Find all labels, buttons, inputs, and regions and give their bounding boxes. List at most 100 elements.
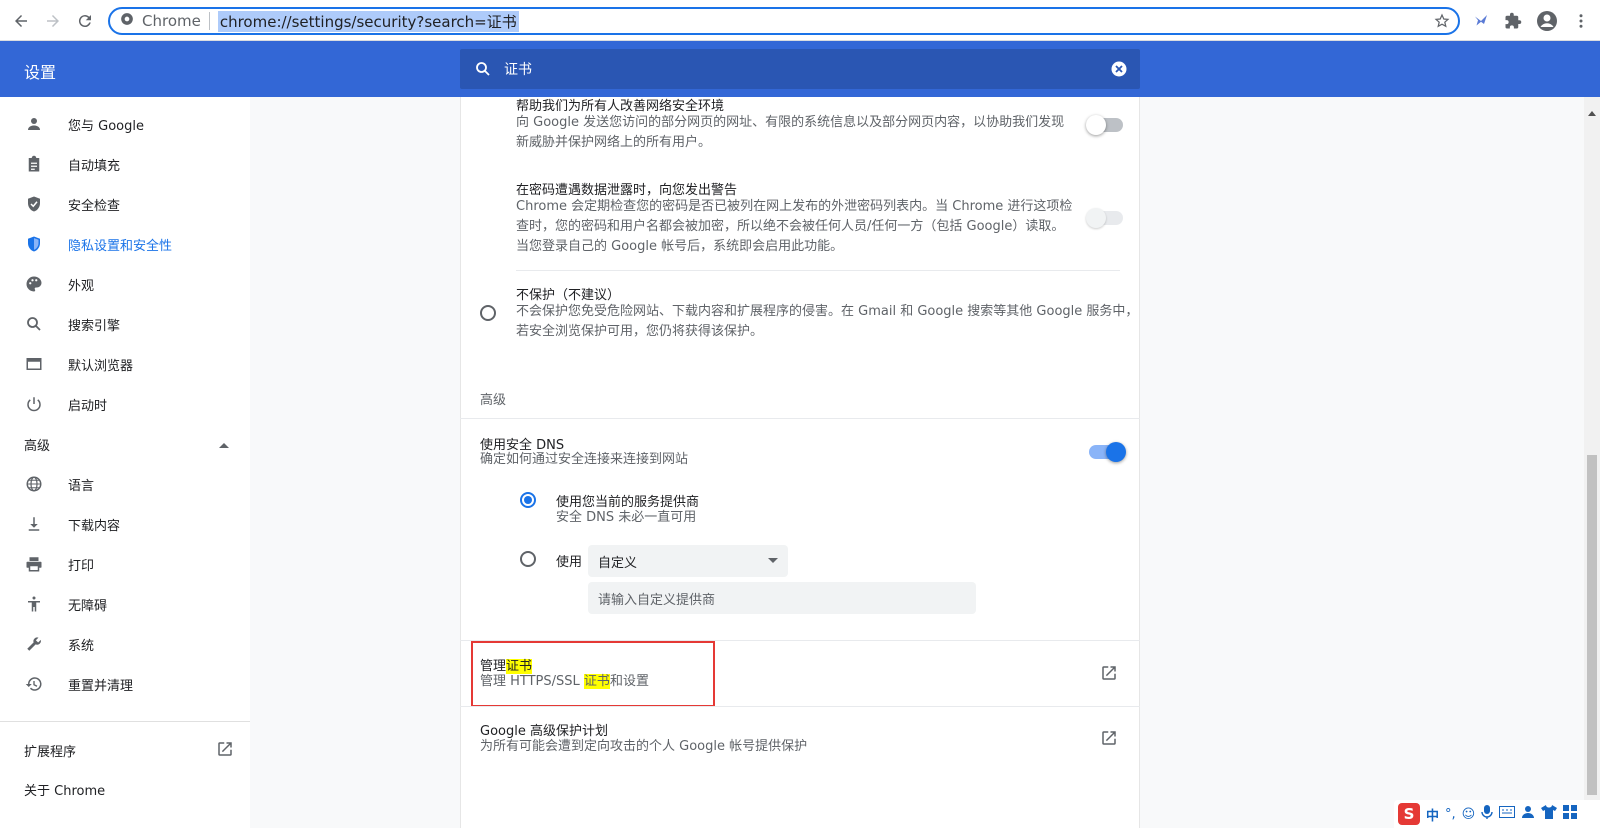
secure-dns-toggle[interactable] bbox=[1089, 442, 1126, 462]
search-icon bbox=[24, 314, 44, 334]
sidebar-item-about-chrome[interactable]: 关于 Chrome bbox=[24, 780, 105, 799]
keyboard-icon[interactable] bbox=[1499, 806, 1516, 822]
chrome-icon bbox=[120, 12, 134, 30]
secure-dns-desc: 确定如何通过安全连接来连接到网站 bbox=[480, 452, 689, 467]
sidebar-item-reset-cleanup[interactable]: 重置并清理 bbox=[0, 664, 250, 704]
globe-icon bbox=[24, 474, 44, 494]
extension-bird-icon[interactable] bbox=[1466, 6, 1496, 36]
omnibox-separator bbox=[208, 12, 210, 30]
dns-custom-radio[interactable] bbox=[520, 551, 536, 567]
menu-dots-icon[interactable] bbox=[1566, 6, 1596, 36]
punctuation-icon[interactable]: °, bbox=[1445, 807, 1456, 822]
sidebar-item-system[interactable]: 系统 bbox=[0, 624, 250, 664]
dns-provider-select-value: 自定义 bbox=[598, 555, 638, 571]
sidebar-item-printing[interactable]: 打印 bbox=[0, 544, 250, 584]
password-warning-toggle[interactable] bbox=[1086, 208, 1123, 228]
emoji-icon[interactable]: ☺ bbox=[1462, 807, 1476, 822]
open-external-icon[interactable] bbox=[1100, 729, 1118, 751]
sidebar-item-autofill[interactable]: 自动填充 bbox=[0, 144, 250, 184]
ime-toolbar: S 中 °, ☺ bbox=[1394, 800, 1600, 828]
sidebar-item-safety-check[interactable]: 安全检查 bbox=[0, 184, 250, 224]
sidebar-item-on-startup[interactable]: 启动时 bbox=[0, 384, 250, 424]
help-improve-desc-line2: 新威胁并保护网络上的所有用户。 bbox=[516, 135, 712, 150]
shield-check-icon bbox=[24, 194, 44, 214]
sidebar-item-label: 语言 bbox=[68, 478, 95, 494]
no-protection-desc-line2: 若安全浏览保护可用，您仍将获得该保护。 bbox=[516, 324, 764, 339]
password-warning-desc-line1: Chrome 会定期检查您的密码是否已被列在网上发布的外泄密码列表内。当 Chr… bbox=[516, 199, 1073, 214]
sidebar-item-accessibility[interactable]: 无障碍 bbox=[0, 584, 250, 624]
sidebar-item-label: 扩展程序 bbox=[24, 745, 77, 760]
sidebar-item-downloads[interactable]: 下载内容 bbox=[0, 504, 250, 544]
sidebar-item-search-engine[interactable]: 搜索引擎 bbox=[0, 304, 250, 344]
dns-current-provider-desc: 安全 DNS 未必一直可用 bbox=[556, 510, 697, 525]
sidebar-item-languages[interactable]: 语言 bbox=[0, 464, 250, 504]
sidebar-advanced-label: 高级 bbox=[24, 439, 51, 454]
advanced-heading: 高级 bbox=[480, 393, 507, 408]
dns-provider-select[interactable]: 自定义 bbox=[588, 545, 788, 577]
sogou-logo-icon[interactable]: S bbox=[1398, 803, 1420, 825]
sidebar-item-label: 关于 Chrome bbox=[24, 784, 106, 799]
advanced-protection-desc: 为所有可能会遭到定向攻击的个人 Google 帐号提供保护 bbox=[480, 739, 808, 754]
help-improve-title: 帮助我们为所有人改善网络安全环境 bbox=[516, 99, 725, 114]
annotation-highlight-box bbox=[471, 641, 715, 707]
sidebar-item-appearance[interactable]: 外观 bbox=[0, 264, 250, 304]
bookmark-star-icon[interactable] bbox=[1434, 13, 1450, 33]
person-icon bbox=[24, 114, 44, 134]
no-protection-radio[interactable] bbox=[480, 305, 496, 321]
microphone-icon[interactable] bbox=[1481, 805, 1493, 823]
scroll-up-arrow-icon[interactable] bbox=[1588, 101, 1596, 120]
sidebar-item-label: 重置并清理 bbox=[68, 678, 134, 694]
history-icon bbox=[24, 674, 44, 694]
sidebar-advanced-toggle[interactable]: 高级 bbox=[24, 435, 229, 454]
scrollbar-thumb[interactable] bbox=[1587, 455, 1597, 795]
page-scrollbar[interactable] bbox=[1584, 97, 1600, 828]
custom-provider-placeholder: 请输入自定义提供商 bbox=[598, 592, 716, 608]
skin-icon[interactable] bbox=[1521, 805, 1535, 823]
search-input[interactable]: 证书 bbox=[504, 59, 532, 79]
extensions-puzzle-icon[interactable] bbox=[1498, 6, 1528, 36]
page-title: 设置 bbox=[24, 63, 57, 82]
sidebar-item-label: 隐私设置和安全性 bbox=[68, 238, 173, 254]
no-protection-title: 不保护（不建议） bbox=[516, 288, 621, 303]
forward-icon[interactable] bbox=[38, 6, 68, 36]
sidebar-item-label: 系统 bbox=[68, 638, 95, 654]
reload-icon[interactable] bbox=[70, 6, 100, 36]
sidebar-item-default-browser[interactable]: 默认浏览器 bbox=[0, 344, 250, 384]
profile-avatar-icon[interactable] bbox=[1532, 6, 1562, 36]
sidebar-item-label: 打印 bbox=[68, 558, 95, 574]
dns-current-provider-radio[interactable] bbox=[520, 492, 536, 508]
divider bbox=[460, 418, 1140, 419]
password-warning-title: 在密码遭遇数据泄露时，向您发出警告 bbox=[516, 183, 738, 198]
sidebar-item-label: 您与 Google bbox=[68, 118, 144, 134]
browser-icon bbox=[24, 354, 44, 374]
grid-menu-icon[interactable] bbox=[1563, 805, 1578, 823]
sidebar-item-label: 启动时 bbox=[68, 398, 108, 414]
sidebar-item-label: 搜索引擎 bbox=[68, 318, 121, 334]
sidebar-item-you-and-google[interactable]: 您与 Google bbox=[0, 104, 250, 144]
sidebar-item-privacy-security[interactable]: 隐私设置和安全性 bbox=[0, 224, 250, 264]
url-text[interactable]: chrome://settings/security?search=证书 bbox=[217, 10, 519, 32]
search-icon bbox=[474, 60, 492, 78]
sidebar-item-label: 默认浏览器 bbox=[68, 358, 134, 374]
back-icon[interactable] bbox=[6, 6, 36, 36]
help-improve-toggle[interactable] bbox=[1086, 115, 1123, 135]
wrench-icon bbox=[24, 634, 44, 654]
palette-icon bbox=[24, 274, 44, 294]
sidebar-item-extensions[interactable]: 扩展程序 bbox=[24, 741, 234, 760]
settings-search-box[interactable]: 证书 bbox=[460, 49, 1140, 89]
tshirt-icon[interactable] bbox=[1541, 805, 1558, 823]
clear-search-icon[interactable] bbox=[1110, 60, 1128, 78]
chevron-up-icon bbox=[219, 438, 229, 453]
address-bar[interactable]: Chrome chrome://settings/security?search… bbox=[108, 7, 1460, 35]
clipboard-icon bbox=[24, 154, 44, 174]
custom-provider-input[interactable]: 请输入自定义提供商 bbox=[588, 582, 976, 614]
divider bbox=[460, 706, 1140, 707]
ime-mode[interactable]: 中 bbox=[1426, 805, 1439, 824]
printer-icon bbox=[24, 554, 44, 574]
sidebar-item-label: 下载内容 bbox=[68, 518, 121, 534]
sidebar-item-label: 无障碍 bbox=[68, 598, 108, 614]
download-icon bbox=[24, 514, 44, 534]
settings-sidebar: 您与 Google 自动填充 安全检查 隐私设置和安全性 外观 搜索引擎 默认浏… bbox=[0, 97, 250, 828]
open-external-icon[interactable] bbox=[1100, 664, 1118, 686]
sidebar-divider bbox=[0, 721, 250, 722]
